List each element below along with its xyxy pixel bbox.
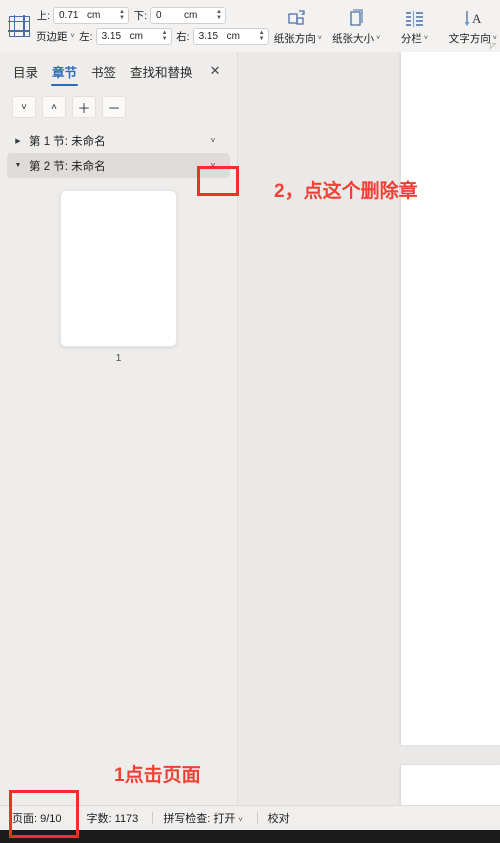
page-size-icon: [346, 7, 367, 29]
move-down-button[interactable]: ˅: [12, 96, 36, 118]
margin-bottom-value: 0: [156, 10, 162, 21]
columns-text: 分栏: [400, 32, 422, 45]
section-toolbar: ˅ ˄ ＋ －: [0, 90, 237, 126]
document-page-2[interactable]: [400, 765, 500, 806]
add-section-button[interactable]: ＋: [72, 96, 96, 118]
margin-left-value: 3.15: [101, 31, 122, 42]
spinner-arrows-icon[interactable]: ▲ ▼: [119, 9, 126, 21]
pane-tabs: 目录 章节 书签 查找和替换 ✕: [0, 52, 237, 90]
spinner-arrows-icon[interactable]: ▲ ▼: [162, 30, 169, 42]
margin-left-spinbox[interactable]: 3.15 cm ▲ ▼: [95, 28, 172, 45]
page-orientation-label: 纸张方向 ˅: [274, 31, 322, 46]
ribbon-toolbar: 上: 0.71 cm ▲ ▼ 下: 0 cm ▲ ▼ 页边距 ˅ 左: 3.15…: [0, 0, 500, 53]
dialog-launcher-icon[interactable]: ◸: [490, 41, 496, 50]
spinner-arrows-icon[interactable]: ▲ ▼: [216, 9, 223, 21]
document-page-1[interactable]: [400, 52, 500, 745]
margin-bottom-label: 下:: [133, 10, 147, 22]
status-spellcheck[interactable]: 拼写检查: 打开 ˅: [163, 810, 256, 826]
columns-icon: [404, 7, 425, 29]
annotation-text-step2: 2，点这个删除章: [274, 181, 418, 202]
document-canvas[interactable]: [238, 52, 500, 806]
chevron-down-icon[interactable]: ˅: [239, 817, 243, 824]
margin-left-unit: cm: [129, 31, 143, 42]
page-thumbnail-list: 1: [0, 178, 237, 364]
margin-top-value: 0.71: [59, 10, 79, 21]
status-divider: [256, 812, 258, 824]
margin-right-spinbox[interactable]: 3.15 cm ▲ ▼: [192, 28, 269, 45]
margin-bottom-field[interactable]: 下: 0 cm ▲ ▼: [133, 7, 226, 24]
tab-bookmarks[interactable]: 书签: [84, 56, 123, 86]
text-direction-icon: A: [462, 7, 483, 29]
margin-top-spinbox[interactable]: 0.71 cm ▲ ▼: [53, 7, 129, 24]
twisty-expanded-icon[interactable]: ▼: [7, 162, 29, 169]
tree-row-label: 第 2 节: 未命名: [29, 160, 106, 173]
margin-left-field[interactable]: 左: 3.15 cm ▲ ▼: [79, 28, 172, 45]
margin-right-value: 3.15: [198, 31, 219, 42]
chevron-down-icon[interactable]: ˅: [196, 136, 230, 145]
status-spellcheck-label: 拼写检查: 打开: [163, 813, 236, 825]
margin-top-label: 上:: [36, 10, 50, 22]
spinner-arrows-icon[interactable]: ▲ ▼: [259, 30, 266, 42]
page-size-label: 纸张大小 ˅: [332, 31, 380, 46]
text-direction-text: 文字方向: [448, 32, 491, 45]
annotation-box-step1: [9, 790, 79, 838]
margin-right-label: 右:: [176, 31, 190, 43]
chevron-down-icon[interactable]: ˅: [424, 35, 428, 42]
chevron-down-icon[interactable]: ˅: [71, 33, 75, 40]
annotation-text-step1: 1点击页面: [114, 765, 201, 786]
page-margins-button[interactable]: [2, 2, 36, 50]
margin-fields: 上: 0.71 cm ▲ ▼ 下: 0 cm ▲ ▼ 页边距 ˅ 左: 3.15…: [36, 0, 269, 52]
status-proofread[interactable]: 校对: [268, 810, 304, 826]
page-setup-group: 上: 0.71 cm ▲ ▼ 下: 0 cm ▲ ▼ 页边距 ˅ 左: 3.15…: [2, 0, 269, 52]
tab-sections[interactable]: 章节: [45, 56, 84, 86]
twisty-collapsed-icon[interactable]: ▶: [7, 137, 29, 145]
chevron-down-icon[interactable]: ˅: [376, 35, 380, 42]
svg-text:A: A: [472, 11, 482, 26]
margin-top-field[interactable]: 上: 0.71 cm ▲ ▼: [36, 7, 129, 24]
columns-label: 分栏 ˅: [401, 31, 428, 46]
margin-top-unit: cm: [87, 10, 101, 21]
margin-bottom-unit: cm: [184, 10, 198, 21]
page-orientation-button[interactable]: 纸张方向 ˅: [269, 2, 327, 50]
chevron-down-icon[interactable]: ˅: [318, 35, 322, 42]
page-thumbnail-number: 1: [115, 353, 122, 364]
page-size-text: 纸张大小: [332, 32, 375, 45]
page-orientation-text: 纸张方向: [273, 32, 316, 45]
remove-section-button[interactable]: －: [102, 96, 126, 118]
tab-find-replace[interactable]: 查找和替换: [123, 56, 200, 86]
tree-row-section-1[interactable]: ▶ 第 1 节: 未命名 ˅: [7, 128, 230, 153]
margin-right-unit: cm: [226, 31, 240, 42]
margin-left-label: 左:: [79, 31, 93, 43]
page-size-button[interactable]: 纸张大小 ˅: [327, 2, 385, 50]
margin-bottom-spinbox[interactable]: 0 cm ▲ ▼: [150, 7, 226, 24]
tree-row-label: 第 1 节: 未命名: [29, 135, 106, 148]
page-margins-icon: [8, 15, 30, 37]
close-icon[interactable]: ✕: [204, 61, 227, 81]
margin-right-field[interactable]: 右: 3.15 cm ▲ ▼: [176, 28, 269, 45]
status-word-count[interactable]: 字数: 1173: [87, 810, 153, 826]
columns-button[interactable]: 分栏 ˅: [385, 2, 443, 50]
annotation-box-step2: [197, 166, 239, 196]
move-up-button[interactable]: ˄: [42, 96, 66, 118]
page-margins-dropdown[interactable]: 页边距 ˅: [36, 29, 75, 44]
page-orientation-icon: [287, 7, 308, 29]
status-divider: [152, 812, 154, 824]
page-thumbnail[interactable]: [60, 190, 177, 347]
tab-catalog[interactable]: 目录: [6, 56, 45, 86]
page-margins-label: 页边距: [36, 31, 68, 43]
